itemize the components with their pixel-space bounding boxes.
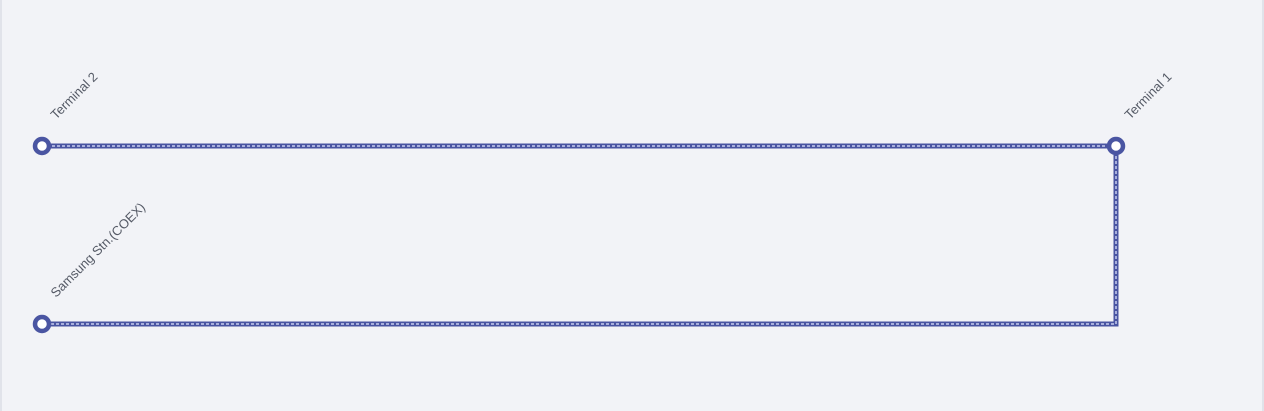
route-map: Terminal 2 Terminal 1 Samsung Stn.(COEX) — [0, 0, 1264, 411]
station-terminal-1[interactable]: Terminal 1 — [1106, 69, 1175, 156]
station-samsung-stn-coex[interactable]: Samsung Stn.(COEX) — [32, 200, 149, 334]
station-label-samsung-stn-coex: Samsung Stn.(COEX) — [48, 200, 149, 301]
station-terminal-2[interactable]: Terminal 2 — [32, 69, 101, 156]
station-label-terminal-1: Terminal 1 — [1122, 69, 1175, 122]
route-segment-terminal1-samsung — [42, 146, 1119, 327]
station-marker-icon — [32, 314, 52, 334]
station-label-terminal-2: Terminal 2 — [48, 69, 101, 122]
station-marker-icon — [1106, 136, 1126, 156]
station-marker-icon — [32, 136, 52, 156]
